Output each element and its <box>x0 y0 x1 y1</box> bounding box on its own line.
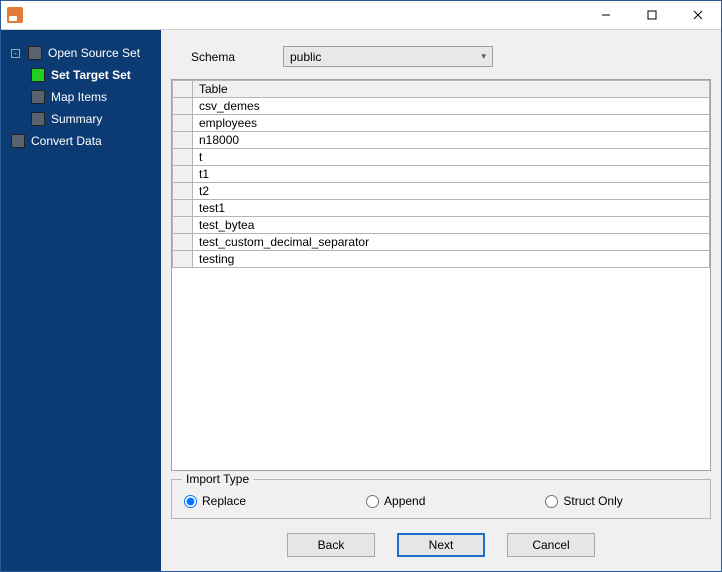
table-cell: test1 <box>193 200 710 217</box>
table-grid[interactable]: Table csv_demesemployeesn18000tt1t2test1… <box>171 79 711 471</box>
table-row[interactable]: testing <box>173 251 710 268</box>
sidebar-item-map-items[interactable]: Map Items <box>1 86 161 108</box>
row-number-cell <box>173 166 193 183</box>
step-status-icon <box>11 134 25 148</box>
import-type-option-replace[interactable]: Replace <box>184 494 246 508</box>
wizard-window: - Open Source Set Set Target Set Map Items S… <box>0 0 722 572</box>
table-row[interactable]: csv_demes <box>173 98 710 115</box>
row-number-cell <box>173 200 193 217</box>
table-cell: t <box>193 149 710 166</box>
app-icon <box>7 7 23 23</box>
schema-select[interactable]: public ▾ <box>283 46 493 67</box>
grid-empty-area <box>172 268 710 470</box>
step-status-icon <box>31 112 45 126</box>
sidebar-item-label: Set Target Set <box>51 68 131 82</box>
sidebar-item-label: Map Items <box>51 90 107 104</box>
table-row[interactable]: n18000 <box>173 132 710 149</box>
sidebar-item-open-source-set[interactable]: - Open Source Set <box>1 42 161 64</box>
schema-selected-value: public <box>290 50 321 64</box>
radio-input[interactable] <box>545 495 558 508</box>
schema-label: Schema <box>191 50 271 64</box>
row-number-cell <box>173 149 193 166</box>
step-status-icon <box>28 46 42 60</box>
wizard-sidebar: - Open Source Set Set Target Set Map Items S… <box>1 30 161 571</box>
import-type-option-append[interactable]: Append <box>366 494 425 508</box>
main-panel: Schema public ▾ Table csv_demesemployees… <box>161 30 721 571</box>
radio-label: Append <box>384 494 425 508</box>
table-row[interactable]: test_bytea <box>173 217 710 234</box>
tree-collapse-icon[interactable]: - <box>11 49 20 58</box>
row-number-cell <box>173 234 193 251</box>
table-cell: t2 <box>193 183 710 200</box>
sidebar-item-summary[interactable]: Summary <box>1 108 161 130</box>
table-cell: test_bytea <box>193 217 710 234</box>
chevron-down-icon: ▾ <box>481 51 486 62</box>
table-cell: employees <box>193 115 710 132</box>
maximize-button[interactable] <box>629 1 675 29</box>
back-button[interactable]: Back <box>287 533 375 557</box>
radio-label: Struct Only <box>563 494 622 508</box>
close-button[interactable] <box>675 1 721 29</box>
radio-input[interactable] <box>184 495 197 508</box>
table-cell: test_custom_decimal_separator <box>193 234 710 251</box>
row-number-cell <box>173 115 193 132</box>
step-status-icon <box>31 90 45 104</box>
sidebar-item-label: Summary <box>51 112 102 126</box>
step-status-icon <box>31 68 45 82</box>
radio-input[interactable] <box>366 495 379 508</box>
table-cell: t1 <box>193 166 710 183</box>
table-row[interactable]: t1 <box>173 166 710 183</box>
table-cell: csv_demes <box>193 98 710 115</box>
titlebar <box>1 1 721 29</box>
body: - Open Source Set Set Target Set Map Items S… <box>1 29 721 571</box>
row-header-blank <box>173 81 193 98</box>
radio-label: Replace <box>202 494 246 508</box>
sidebar-item-convert-data[interactable]: Convert Data <box>1 130 161 152</box>
import-type-legend: Import Type <box>182 472 253 486</box>
table-cell: testing <box>193 251 710 268</box>
sidebar-item-label: Open Source Set <box>48 46 140 60</box>
table-row[interactable]: t <box>173 149 710 166</box>
table-row[interactable]: t2 <box>173 183 710 200</box>
sidebar-item-set-target-set[interactable]: Set Target Set <box>1 64 161 86</box>
row-number-cell <box>173 217 193 234</box>
window-controls <box>583 1 721 29</box>
table-column-header[interactable]: Table <box>193 81 710 98</box>
next-button[interactable]: Next <box>397 533 485 557</box>
import-type-group: Import Type ReplaceAppendStruct Only <box>171 479 711 519</box>
sidebar-item-label: Convert Data <box>31 134 102 148</box>
minimize-button[interactable] <box>583 1 629 29</box>
table-row[interactable]: test1 <box>173 200 710 217</box>
wizard-buttons: Back Next Cancel <box>171 527 711 561</box>
row-number-cell <box>173 98 193 115</box>
schema-row: Schema public ▾ <box>171 38 711 71</box>
row-number-cell <box>173 132 193 149</box>
table-row[interactable]: test_custom_decimal_separator <box>173 234 710 251</box>
row-number-cell <box>173 183 193 200</box>
row-number-cell <box>173 251 193 268</box>
cancel-button[interactable]: Cancel <box>507 533 595 557</box>
table-cell: n18000 <box>193 132 710 149</box>
import-type-option-struct-only[interactable]: Struct Only <box>545 494 622 508</box>
table-row[interactable]: employees <box>173 115 710 132</box>
